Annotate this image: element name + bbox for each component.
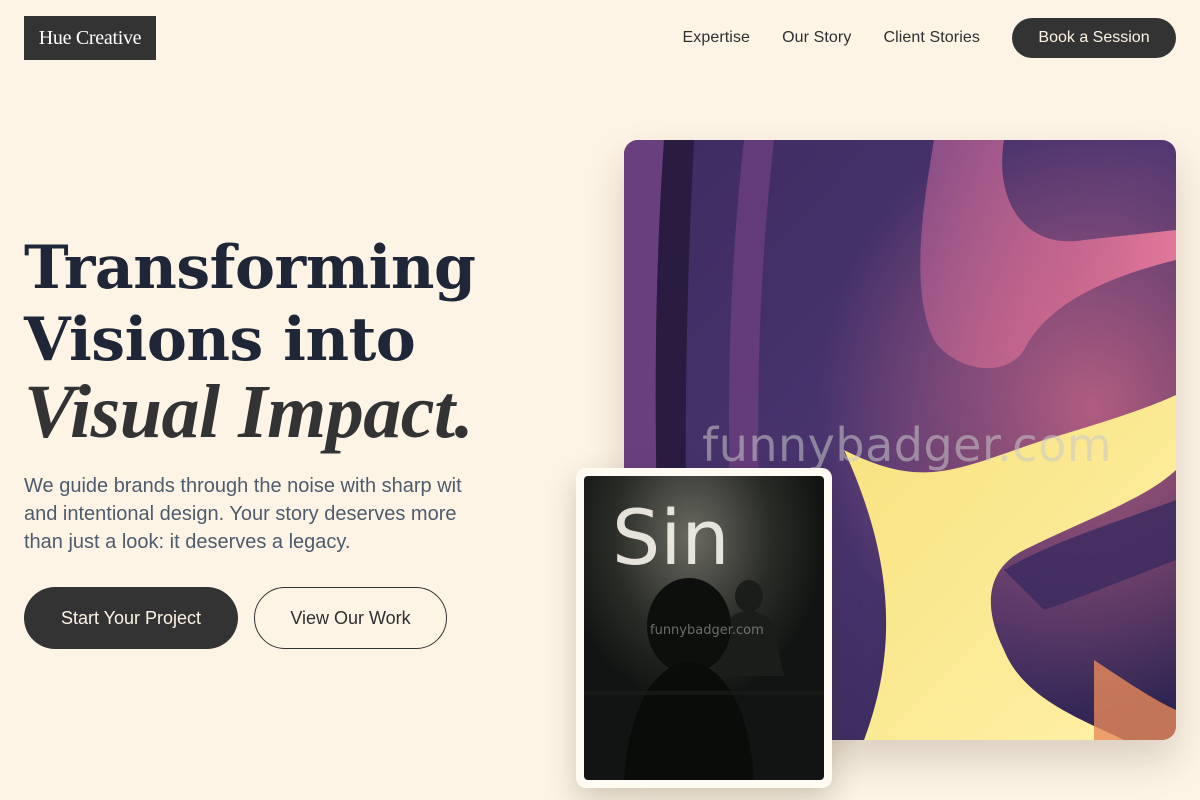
nav-link-client-stories[interactable]: Client Stories [883, 29, 980, 47]
book-session-button[interactable]: Book a Session [1012, 18, 1176, 58]
neon-photo-card: Sin funnybadger.com [576, 468, 832, 788]
nav-link-our-story[interactable]: Our Story [782, 29, 851, 47]
start-project-button[interactable]: Start Your Project [24, 587, 238, 649]
headline-line-2: Visions into [24, 305, 416, 375]
nav-link-expertise[interactable]: Expertise [682, 29, 750, 47]
main-nav: Expertise Our Story Client Stories Book … [682, 18, 1176, 58]
card-image-watermark: funnybadger.com [650, 623, 764, 638]
hero-subtext: We guide brands through the noise with s… [24, 475, 462, 553]
neon-sign-text: Sin [612, 493, 730, 582]
headline-line-1: Transforming [24, 233, 476, 303]
hero-headline: Transforming Visions into Visual Impact. [24, 232, 544, 454]
view-work-button[interactable]: View Our Work [254, 587, 447, 649]
headline-emphasis: Visual Impact. [24, 370, 474, 454]
brand-logo[interactable]: Hue Creative [24, 16, 156, 60]
